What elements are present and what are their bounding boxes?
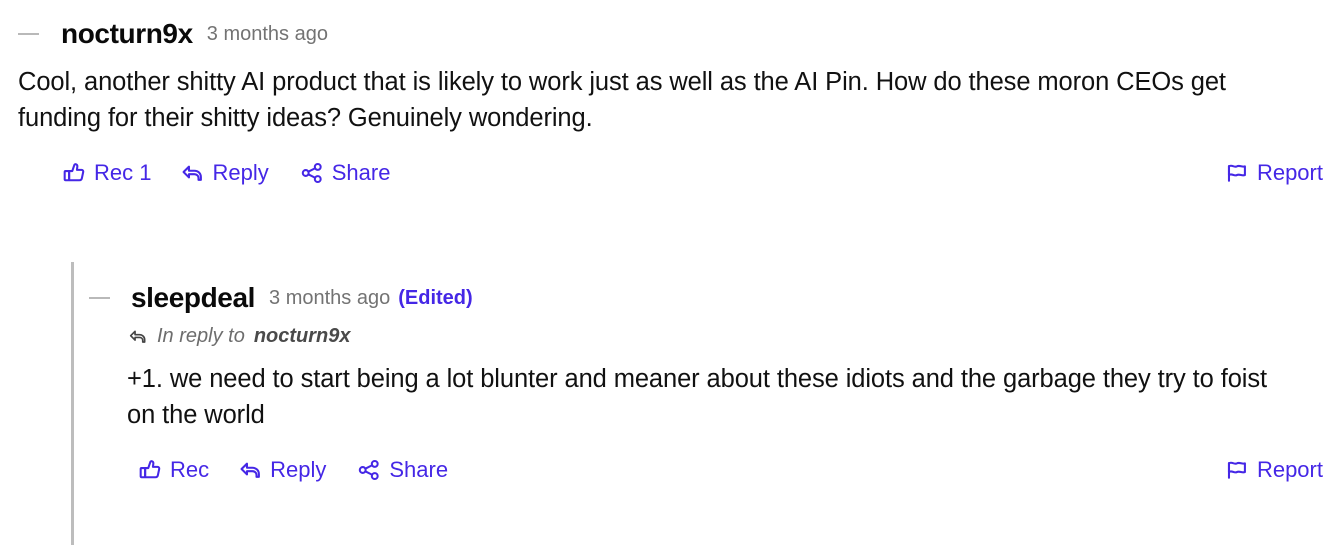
share-label: Share (389, 457, 449, 483)
flag-icon (1227, 462, 1246, 480)
reply-author[interactable]: sleepdeal (131, 284, 255, 312)
reply-button[interactable]: Reply (237, 457, 326, 483)
comment-action-bar: Rec 1 Reply Share Report (18, 160, 1323, 186)
share-nodes-icon (359, 460, 380, 481)
rec-label: Rec (170, 457, 210, 483)
edited-badge: (Edited) (398, 287, 473, 309)
in-reply-to-target[interactable]: nocturn9x (254, 325, 351, 348)
reply-arrow-icon (240, 462, 261, 479)
collapse-dash-icon[interactable] (18, 33, 39, 35)
in-reply-to-prefix: In reply to (157, 325, 245, 347)
reply-label: Reply (212, 160, 269, 186)
reply-arrow-icon (183, 165, 203, 182)
thumbs-up-icon (63, 163, 85, 182)
share-button[interactable]: Share (299, 160, 391, 186)
report-label: Report (1256, 457, 1323, 483)
share-button[interactable]: Share (356, 457, 448, 483)
rec-button[interactable]: Rec 1 (61, 160, 151, 186)
reply-label: Reply (270, 457, 327, 483)
comment-top-level: nocturn9x 3 months ago Cool, another shi… (18, 20, 1324, 186)
comment-timestamp: 3 months ago (206, 23, 328, 45)
rec-label: Rec 1 (94, 160, 152, 186)
share-label: Share (331, 160, 391, 186)
share-nodes-icon (301, 163, 322, 184)
rec-button[interactable]: Rec (137, 457, 209, 483)
comment-author[interactable]: nocturn9x (61, 20, 193, 48)
comment-body: Cool, another shitty AI product that is … (18, 68, 1226, 133)
report-button[interactable]: Report (1224, 457, 1323, 483)
reply-arrow-icon (129, 330, 146, 343)
in-reply-to: In reply to nocturn9x (127, 325, 1342, 348)
reply-button[interactable]: Reply (179, 160, 269, 186)
thumbs-up-icon (139, 460, 161, 479)
report-button[interactable]: Report (1224, 160, 1323, 186)
collapse-dash-icon[interactable] (89, 297, 110, 299)
comment-header: nocturn9x 3 months ago (18, 20, 1324, 48)
reply-thread-line: sleepdeal 3 months ago (Edited) In reply… (71, 262, 1342, 545)
reply-body: +1. we need to start being a lot blunter… (127, 365, 1267, 430)
reply-action-bar: Rec Reply Share Report (137, 457, 1323, 483)
comment-reply: sleepdeal 3 months ago (Edited) In reply… (74, 262, 1342, 483)
report-label: Report (1256, 160, 1323, 186)
reply-header: sleepdeal 3 months ago (Edited) (89, 284, 1342, 312)
reply-timestamp: 3 months ago (269, 287, 391, 309)
flag-icon (1227, 165, 1246, 183)
